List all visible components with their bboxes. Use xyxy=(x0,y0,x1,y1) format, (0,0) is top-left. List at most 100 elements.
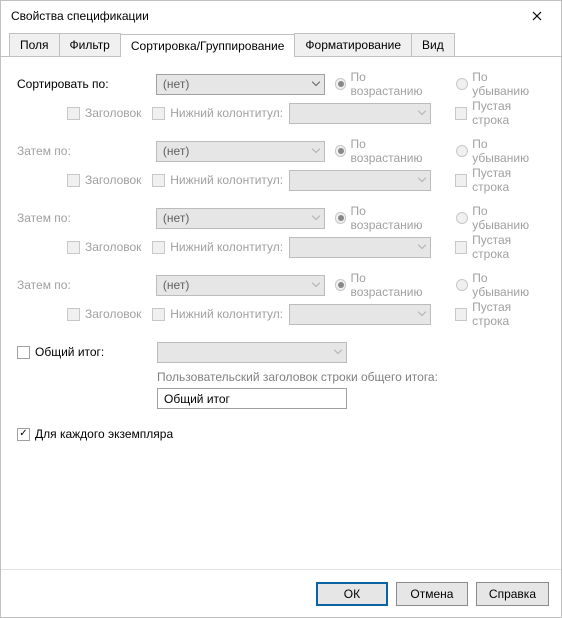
header-checkbox[interactable] xyxy=(67,174,80,187)
sort-row: Затем по: (нет) По возрастанию xyxy=(17,140,547,162)
chevron-down-icon xyxy=(418,178,426,183)
checkbox-label: Нижний колонтитул: xyxy=(170,106,283,120)
footer-select[interactable] xyxy=(289,237,431,258)
footer-checkbox[interactable] xyxy=(152,241,165,254)
window-title: Свойства спецификации xyxy=(11,9,519,23)
radio-label: По убыванию xyxy=(472,137,547,165)
footer-select[interactable] xyxy=(289,304,431,325)
sort-group: Затем по: (нет) По возрастанию xyxy=(17,140,547,191)
close-button[interactable] xyxy=(519,5,555,27)
footer-checkbox[interactable] xyxy=(152,174,165,187)
radio-label: По возрастанию xyxy=(350,271,440,299)
chevron-down-icon xyxy=(418,312,426,317)
sort-options-row: Заголовок Нижний колонтитул: xyxy=(17,303,547,325)
tab-filter[interactable]: Фильтр xyxy=(59,33,121,56)
radio-icon xyxy=(335,145,347,157)
footer-select[interactable] xyxy=(289,170,431,191)
tab-label: Фильтр xyxy=(70,38,110,52)
dialog-schedule-properties: Свойства спецификации Поля Фильтр Сортир… xyxy=(0,0,562,618)
sort-row: Затем по: (нет) По возрастанию xyxy=(17,274,547,296)
sort-group: Сортировать по: (нет) По возрастанию xyxy=(17,73,547,124)
tab-appearance[interactable]: Вид xyxy=(411,33,455,56)
header-checkbox[interactable] xyxy=(67,107,80,120)
sort-options-row: Заголовок Нижний колонтитул: xyxy=(17,102,547,124)
grand-total-input[interactable]: Общий итог xyxy=(157,388,347,409)
checkbox-label: Заголовок xyxy=(85,173,141,187)
grand-total-checkbox[interactable] xyxy=(17,346,30,359)
radio-label: По возрастанию xyxy=(350,70,440,98)
sort-row: Затем по: (нет) По возрастанию xyxy=(17,207,547,229)
tab-label: Сортировка/Группирование xyxy=(131,39,285,53)
radio-icon xyxy=(456,145,468,157)
radio-icon xyxy=(456,212,468,224)
radio-label: По убыванию xyxy=(472,204,547,232)
sort-asc-radio[interactable]: По возрастанию xyxy=(335,204,441,232)
per-instance-row: Для каждого экземпляра xyxy=(17,427,547,441)
radio-icon xyxy=(335,78,347,90)
select-value: (нет) xyxy=(163,278,189,292)
checkbox-label: Заголовок xyxy=(85,240,141,254)
radio-label: По возрастанию xyxy=(350,137,440,165)
dialog-footer: ОК Отмена Справка xyxy=(1,569,561,617)
sort-asc-radio[interactable]: По возрастанию xyxy=(335,70,441,98)
chevron-down-icon xyxy=(312,216,320,221)
sort-asc-radio[interactable]: По возрастанию xyxy=(335,271,441,299)
select-value: (нет) xyxy=(163,144,189,158)
grand-total-select[interactable] xyxy=(157,342,347,363)
radio-label: По убыванию xyxy=(472,70,547,98)
then-by-label: Затем по: xyxy=(17,278,156,292)
chevron-down-icon xyxy=(312,283,320,288)
blank-line-checkbox[interactable] xyxy=(455,308,467,321)
footer-select[interactable] xyxy=(289,103,431,124)
button-label: Справка xyxy=(489,587,536,601)
footer-checkbox[interactable] xyxy=(152,107,165,120)
sort-field-select[interactable]: (нет) xyxy=(156,208,325,229)
checkbox-label: Пустая строка xyxy=(472,300,547,328)
blank-line-checkbox[interactable] xyxy=(455,174,467,187)
then-by-label: Затем по: xyxy=(17,144,156,158)
sort-field-select[interactable]: (нет) xyxy=(156,141,325,162)
sort-desc-radio[interactable]: По убыванию xyxy=(456,70,547,98)
chevron-down-icon xyxy=(418,245,426,250)
close-icon xyxy=(532,11,542,21)
select-value: (нет) xyxy=(163,211,189,225)
radio-icon xyxy=(456,279,468,291)
grand-total-label-wrap: Общий итог: xyxy=(17,345,157,359)
sort-row: Сортировать по: (нет) По возрастанию xyxy=(17,73,547,95)
sort-options-row: Заголовок Нижний колонтитул: xyxy=(17,169,547,191)
chevron-down-icon xyxy=(418,111,426,116)
checkbox-label: Нижний колонтитул: xyxy=(170,240,283,254)
checkbox-label: Нижний колонтитул: xyxy=(170,307,283,321)
sort-options-row: Заголовок Нижний колонтитул: xyxy=(17,236,547,258)
footer-checkbox[interactable] xyxy=(152,308,165,321)
tab-content: Сортировать по: (нет) По возрастанию xyxy=(1,57,561,441)
blank-line-checkbox[interactable] xyxy=(455,241,467,254)
tab-fields[interactable]: Поля xyxy=(9,33,60,56)
titlebar: Свойства спецификации xyxy=(1,1,561,31)
sort-desc-radio[interactable]: По убыванию xyxy=(456,204,547,232)
tab-bar: Поля Фильтр Сортировка/Группирование Фор… xyxy=(1,31,561,57)
tab-label: Форматирование xyxy=(305,38,401,52)
sort-desc-radio[interactable]: По убыванию xyxy=(456,271,547,299)
checkbox-label: Для каждого экземпляра xyxy=(35,427,173,441)
sort-field-select[interactable]: (нет) xyxy=(156,275,325,296)
cancel-button[interactable]: Отмена xyxy=(396,582,468,606)
tab-label: Поля xyxy=(20,38,49,52)
sort-field-select[interactable]: (нет) xyxy=(156,74,325,95)
per-instance-checkbox[interactable] xyxy=(17,428,30,441)
radio-label: По возрастанию xyxy=(350,204,440,232)
header-checkbox[interactable] xyxy=(67,241,80,254)
help-button[interactable]: Справка xyxy=(476,582,549,606)
tab-label: Вид xyxy=(422,38,444,52)
checkbox-label: Пустая строка xyxy=(472,233,547,261)
sort-desc-radio[interactable]: По убыванию xyxy=(456,137,547,165)
header-checkbox[interactable] xyxy=(67,308,80,321)
tab-sorting-grouping[interactable]: Сортировка/Группирование xyxy=(120,34,296,57)
checkbox-label: Нижний колонтитул: xyxy=(170,173,283,187)
sort-asc-radio[interactable]: По возрастанию xyxy=(335,137,441,165)
ok-button[interactable]: ОК xyxy=(316,582,388,606)
blank-line-checkbox[interactable] xyxy=(455,107,467,120)
tab-formatting[interactable]: Форматирование xyxy=(294,33,412,56)
sort-groups: Сортировать по: (нет) По возрастанию xyxy=(17,73,547,325)
input-value: Общий итог xyxy=(164,392,230,406)
